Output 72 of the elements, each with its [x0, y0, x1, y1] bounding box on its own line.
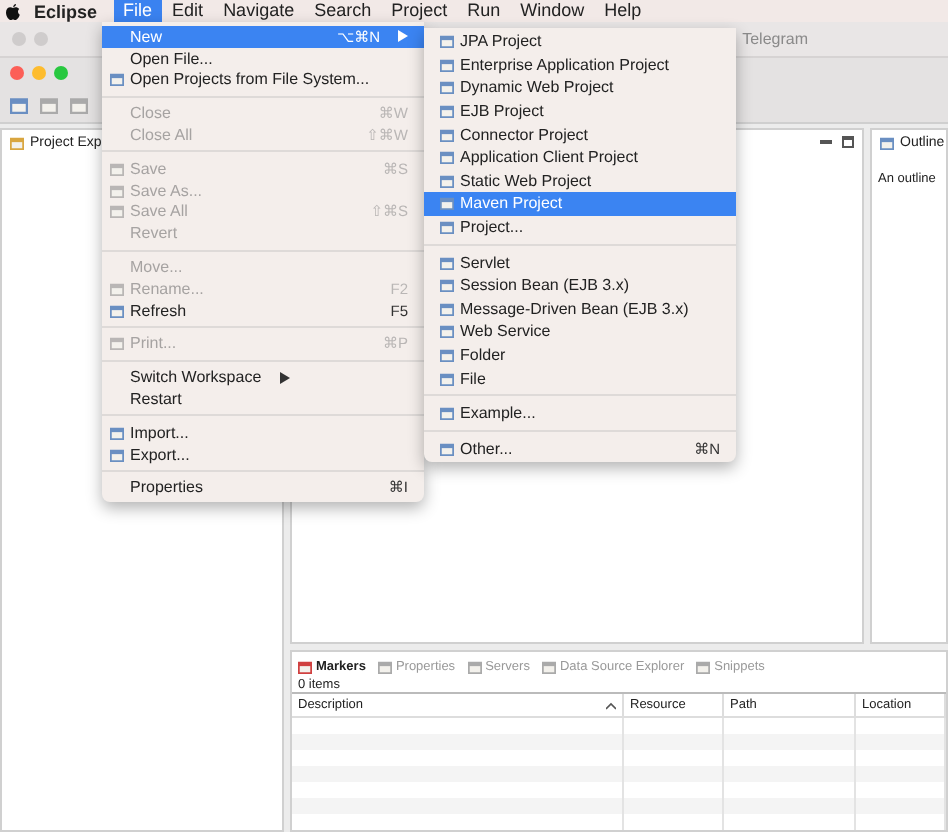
menu-item-icon — [110, 425, 124, 440]
menu-item-icon — [440, 173, 454, 188]
toolbar-icon — [10, 95, 28, 113]
menu-item[interactable]: Connector Project — [424, 122, 736, 146]
tab-icon — [541, 660, 556, 674]
menu-item[interactable]: Application Client Project — [424, 145, 736, 170]
menu-item-icon — [110, 336, 124, 351]
menu-item-icon — [440, 441, 454, 456]
menu-item[interactable]: Session Bean (EJB 3.x) — [424, 273, 736, 298]
menu-item-icon — [110, 183, 124, 198]
menu-item-icon — [440, 301, 454, 316]
outline-icon — [880, 136, 894, 150]
app-name[interactable]: Eclipse — [20, 1, 114, 21]
menu-item[interactable]: EJB Project — [424, 99, 736, 123]
menu-item-icon — [440, 104, 454, 119]
toolbar-icon — [40, 95, 58, 113]
menu-bar-item[interactable]: Help — [594, 0, 652, 22]
apple-logo-icon — [6, 3, 20, 19]
tab-icon — [467, 660, 482, 674]
menu-item[interactable]: Message-Driven Bean (EJB 3.x) — [424, 297, 736, 321]
window-title: Telegram — [742, 30, 808, 48]
menu-item[interactable]: File — [424, 366, 736, 390]
menu-item[interactable]: Example... — [424, 401, 736, 425]
menu-item-icon — [440, 57, 454, 72]
menu-item-icon — [440, 278, 454, 293]
menu-bar-item[interactable]: Search — [304, 0, 382, 22]
menu-bar-item[interactable]: Window — [510, 0, 595, 22]
menu-item-icon — [440, 127, 454, 142]
menu-item-icon — [110, 204, 124, 219]
menu-bar-item[interactable]: Project — [381, 0, 458, 22]
menu-item-icon — [440, 220, 454, 235]
menu-item-icon — [440, 255, 454, 270]
menu-item[interactable]: Dynamic Web Project — [424, 76, 736, 100]
menu-item-icon — [440, 371, 454, 386]
menu-item[interactable]: Export... — [102, 443, 424, 466]
toolbar-icon — [70, 95, 88, 113]
sort-icon — [606, 701, 616, 709]
menu-item-icon — [440, 34, 454, 49]
menu-item-icon — [440, 150, 454, 165]
maximize-icon[interactable] — [842, 136, 854, 148]
menu-item-icon — [440, 348, 454, 363]
menu-item-icon — [440, 406, 454, 421]
menu-bar-item[interactable]: Navigate — [213, 0, 305, 22]
menu-item[interactable]: Open File... — [102, 47, 424, 70]
menu-item[interactable]: Import... — [102, 421, 424, 444]
menu-item-icon — [110, 161, 124, 176]
menu-item[interactable]: Web Service — [424, 320, 736, 344]
menu-bar-item[interactable]: Run — [457, 0, 511, 22]
submenu-arrow-icon — [279, 371, 290, 384]
tab-icon — [377, 660, 392, 674]
menu-bar-item[interactable]: File — [113, 0, 163, 22]
menu-item-icon — [110, 281, 124, 296]
menu-item[interactable]: Maven Project — [424, 192, 736, 216]
tab-icon — [696, 660, 711, 674]
tab-icon — [298, 660, 312, 674]
menu-item-icon — [110, 303, 124, 318]
menu-item-icon — [110, 72, 124, 87]
menu-item[interactable]: Static Web Project — [424, 169, 736, 193]
menu-item-icon — [440, 324, 454, 339]
menu-item[interactable]: Switch Workspace — [102, 366, 424, 389]
menu-item[interactable]: Restart — [102, 388, 424, 410]
menu-item[interactable]: Folder — [424, 343, 736, 367]
menu-item[interactable]: Project... — [424, 215, 736, 239]
menu-item[interactable]: Enterprise Application Project — [424, 53, 736, 77]
menu-item-icon — [440, 196, 454, 211]
menu-item[interactable]: Servlet — [424, 250, 736, 274]
menu-item[interactable]: Open Projects from File System... — [102, 69, 424, 91]
menu-bar-item[interactable]: Edit — [162, 0, 214, 22]
menu-item-icon — [440, 80, 454, 95]
menu-item-icon — [110, 447, 124, 462]
submenu-arrow-icon — [398, 30, 408, 43]
menu-item[interactable]: JPA Project — [424, 30, 736, 54]
